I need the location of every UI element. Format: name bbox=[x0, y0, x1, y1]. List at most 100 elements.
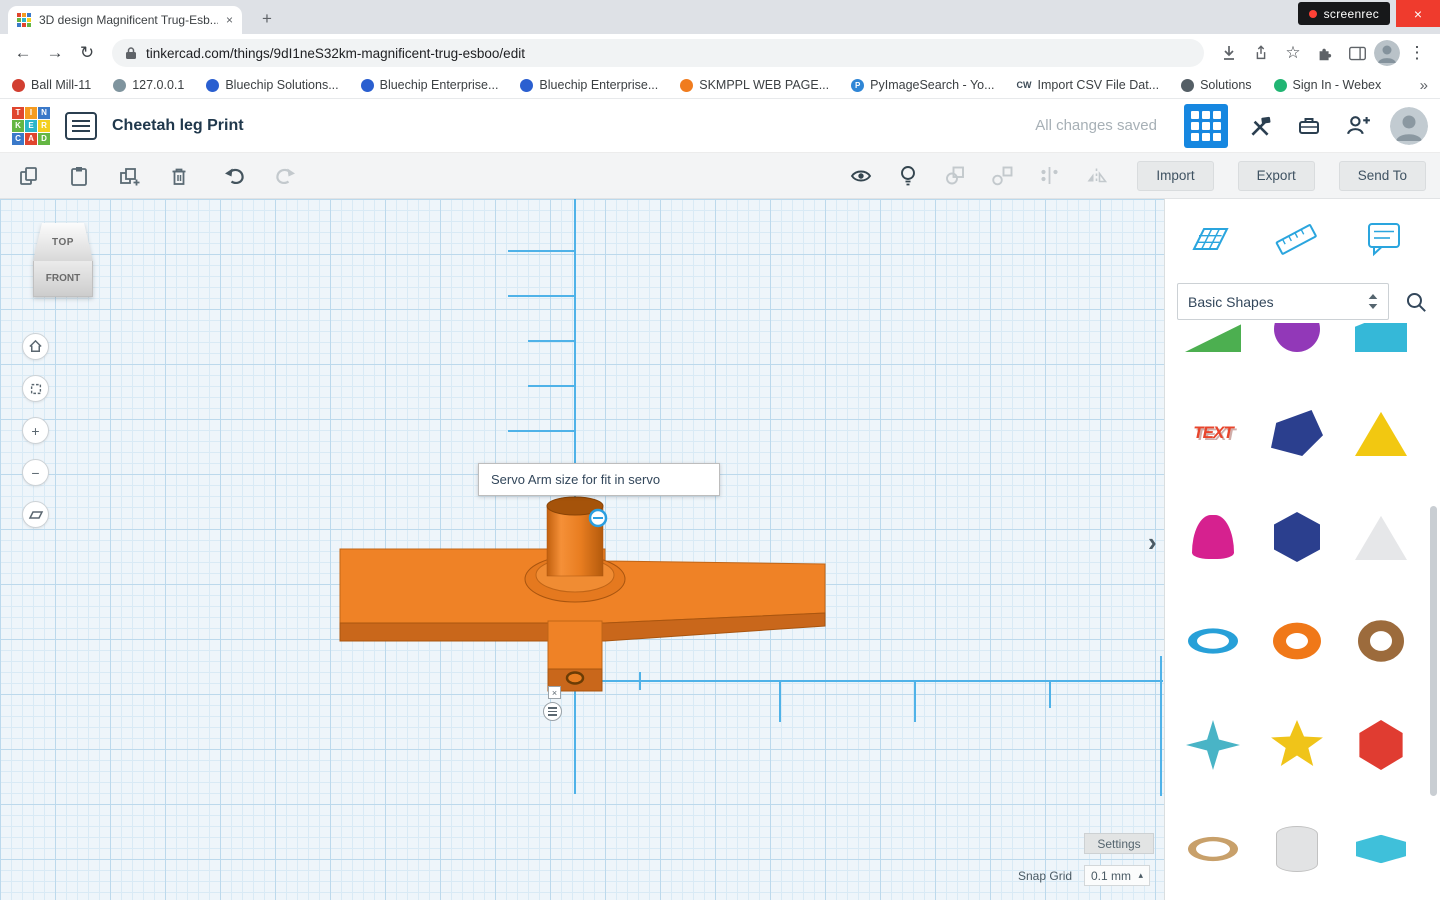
shape-cone[interactable] bbox=[1339, 505, 1423, 569]
snap-grid-select[interactable]: 0.1 mm ▴ bbox=[1084, 865, 1150, 886]
bookmark-item[interactable]: CW Import CSV File Dat... bbox=[1017, 78, 1160, 92]
shape-hexagon[interactable] bbox=[1339, 817, 1423, 881]
group-icon[interactable] bbox=[940, 161, 970, 191]
tinkercad-logo[interactable]: TIN KER CAD bbox=[12, 106, 50, 145]
fit-view-button[interactable] bbox=[22, 375, 49, 402]
ruler-menu-icon[interactable] bbox=[543, 702, 562, 721]
design-properties-icon[interactable] bbox=[65, 111, 97, 140]
paste-icon[interactable] bbox=[64, 161, 94, 191]
shape-tube[interactable] bbox=[1339, 609, 1423, 673]
search-icon[interactable] bbox=[1399, 285, 1433, 319]
view-grid-button[interactable] bbox=[1184, 103, 1228, 148]
shape-half-wedge[interactable] bbox=[1339, 323, 1423, 361]
duplicate-icon[interactable] bbox=[114, 161, 144, 191]
address-bar[interactable]: tinkercad.com/things/9dI1neS32km-magnifi… bbox=[112, 39, 1204, 67]
bookmark-item[interactable]: Sign In - Webex bbox=[1273, 78, 1382, 92]
delete-icon[interactable] bbox=[164, 161, 194, 191]
align-icon[interactable] bbox=[1034, 161, 1064, 191]
browser-menu-icon[interactable]: ⋮ bbox=[1402, 38, 1432, 68]
ruler-close-icon[interactable]: × bbox=[548, 686, 561, 699]
settings-button[interactable]: Settings bbox=[1084, 833, 1154, 854]
bookmark-item[interactable]: Solutions bbox=[1181, 78, 1252, 92]
bookmark-label: Sign In - Webex bbox=[1292, 78, 1382, 92]
side-panel-icon[interactable] bbox=[1342, 38, 1372, 68]
bookmark-item[interactable]: SKMPPL WEB PAGE... bbox=[680, 78, 829, 92]
ungroup-icon[interactable] bbox=[987, 161, 1017, 191]
shape-wedge[interactable] bbox=[1171, 323, 1255, 361]
shape-star-4[interactable] bbox=[1171, 713, 1255, 777]
screenrec-close-button[interactable]: × bbox=[1396, 0, 1440, 27]
show-all-eye-icon[interactable] bbox=[846, 161, 876, 191]
bookmark-item[interactable]: Bluechip Enterprise... bbox=[520, 78, 658, 92]
briefcase-icon[interactable] bbox=[1292, 109, 1326, 143]
bookmark-item[interactable]: Bluechip Solutions... bbox=[206, 78, 339, 92]
bookmark-item[interactable]: Bluechip Enterprise... bbox=[360, 78, 498, 92]
bookmark-favicon-icon bbox=[360, 78, 374, 92]
shape-torus[interactable] bbox=[1255, 609, 1339, 673]
view-cube-top-face[interactable]: TOP bbox=[33, 223, 93, 261]
view-cube[interactable]: TOP FRONT bbox=[33, 223, 93, 297]
home-view-button[interactable] bbox=[22, 333, 49, 360]
ruler-tick bbox=[914, 680, 916, 722]
shape-scroll-area[interactable]: TEXT bbox=[1165, 323, 1428, 900]
forward-icon[interactable]: → bbox=[40, 38, 70, 68]
account-avatar[interactable] bbox=[1390, 106, 1428, 145]
tab-close-icon[interactable]: × bbox=[226, 13, 233, 27]
shape-thumb-torus bbox=[1273, 622, 1321, 660]
shape-text[interactable]: TEXT bbox=[1171, 401, 1255, 465]
undo-icon[interactable] bbox=[220, 161, 250, 191]
back-icon[interactable]: ← bbox=[8, 38, 38, 68]
bookmarks-overflow-icon[interactable]: » bbox=[1420, 77, 1428, 94]
import-button[interactable]: Import bbox=[1137, 160, 1214, 191]
lightbulb-icon[interactable] bbox=[893, 161, 923, 191]
perspective-toggle-button[interactable] bbox=[22, 501, 49, 528]
copy-icon[interactable] bbox=[14, 161, 44, 191]
ruler-button[interactable] bbox=[1268, 213, 1324, 265]
send-to-button[interactable]: Send To bbox=[1338, 160, 1426, 191]
favicon-tile bbox=[27, 23, 31, 27]
shape-ring[interactable] bbox=[1171, 817, 1255, 881]
shape-pyramid[interactable] bbox=[1339, 401, 1423, 465]
scale-handle[interactable] bbox=[588, 508, 608, 528]
workplane-button[interactable] bbox=[1181, 213, 1237, 265]
bookmark-star-icon[interactable]: ☆ bbox=[1278, 38, 1308, 68]
extensions-puzzle-icon[interactable] bbox=[1310, 38, 1340, 68]
notes-button[interactable] bbox=[1356, 213, 1412, 265]
share-icon[interactable] bbox=[1246, 38, 1276, 68]
bookmark-item[interactable]: 127.0.0.1 bbox=[113, 78, 184, 92]
model-servo-arm[interactable] bbox=[325, 481, 845, 721]
browser-profile-avatar[interactable] bbox=[1374, 40, 1400, 66]
shape-polygon[interactable] bbox=[1255, 401, 1339, 465]
install-icon[interactable] bbox=[1214, 38, 1244, 68]
shape-icosahedron[interactable] bbox=[1339, 713, 1423, 777]
shape-thumb-cylinder bbox=[1276, 826, 1318, 872]
shape-paraboloid[interactable] bbox=[1171, 505, 1255, 569]
design-title[interactable]: Cheetah leg Print bbox=[112, 117, 244, 135]
redo-icon[interactable] bbox=[270, 161, 300, 191]
invite-user-icon[interactable] bbox=[1341, 109, 1375, 143]
shape-hex-prism[interactable] bbox=[1255, 505, 1339, 569]
zoom-in-button[interactable]: + bbox=[22, 417, 49, 444]
browser-tab[interactable]: 3D design Magnificent Trug-Esb... × bbox=[8, 6, 242, 34]
shape-category-select[interactable]: Basic Shapes bbox=[1177, 283, 1389, 320]
tools-icon[interactable] bbox=[1243, 109, 1277, 143]
shape-star-5[interactable] bbox=[1255, 713, 1339, 777]
bookmark-item[interactable]: P PyImageSearch - Yo... bbox=[851, 78, 995, 92]
ruler-tick bbox=[508, 250, 575, 252]
new-tab-button[interactable]: + bbox=[254, 6, 280, 32]
bookmark-item[interactable]: Ball Mill-11 bbox=[12, 78, 91, 92]
zoom-out-button[interactable]: − bbox=[22, 459, 49, 486]
shape-thumb-paraboloid bbox=[1192, 515, 1234, 559]
view-cube-front-face[interactable]: FRONT bbox=[33, 261, 93, 297]
reload-icon[interactable]: ↻ bbox=[72, 38, 102, 68]
shape-cylinder[interactable] bbox=[1255, 817, 1339, 881]
design-canvas[interactable]: TOP FRONT + − Servo Arm size for fit in … bbox=[0, 199, 1164, 900]
shape-thumb-text: TEXT bbox=[1193, 423, 1233, 442]
shape-sphere[interactable] bbox=[1255, 323, 1339, 361]
collapse-panel-button[interactable]: › bbox=[1148, 527, 1157, 558]
mirror-icon[interactable] bbox=[1081, 161, 1111, 191]
export-button[interactable]: Export bbox=[1237, 160, 1315, 191]
ruler-tick bbox=[1049, 680, 1051, 708]
panel-scrollbar[interactable] bbox=[1430, 506, 1437, 796]
shape-torus-thin[interactable] bbox=[1171, 609, 1255, 673]
